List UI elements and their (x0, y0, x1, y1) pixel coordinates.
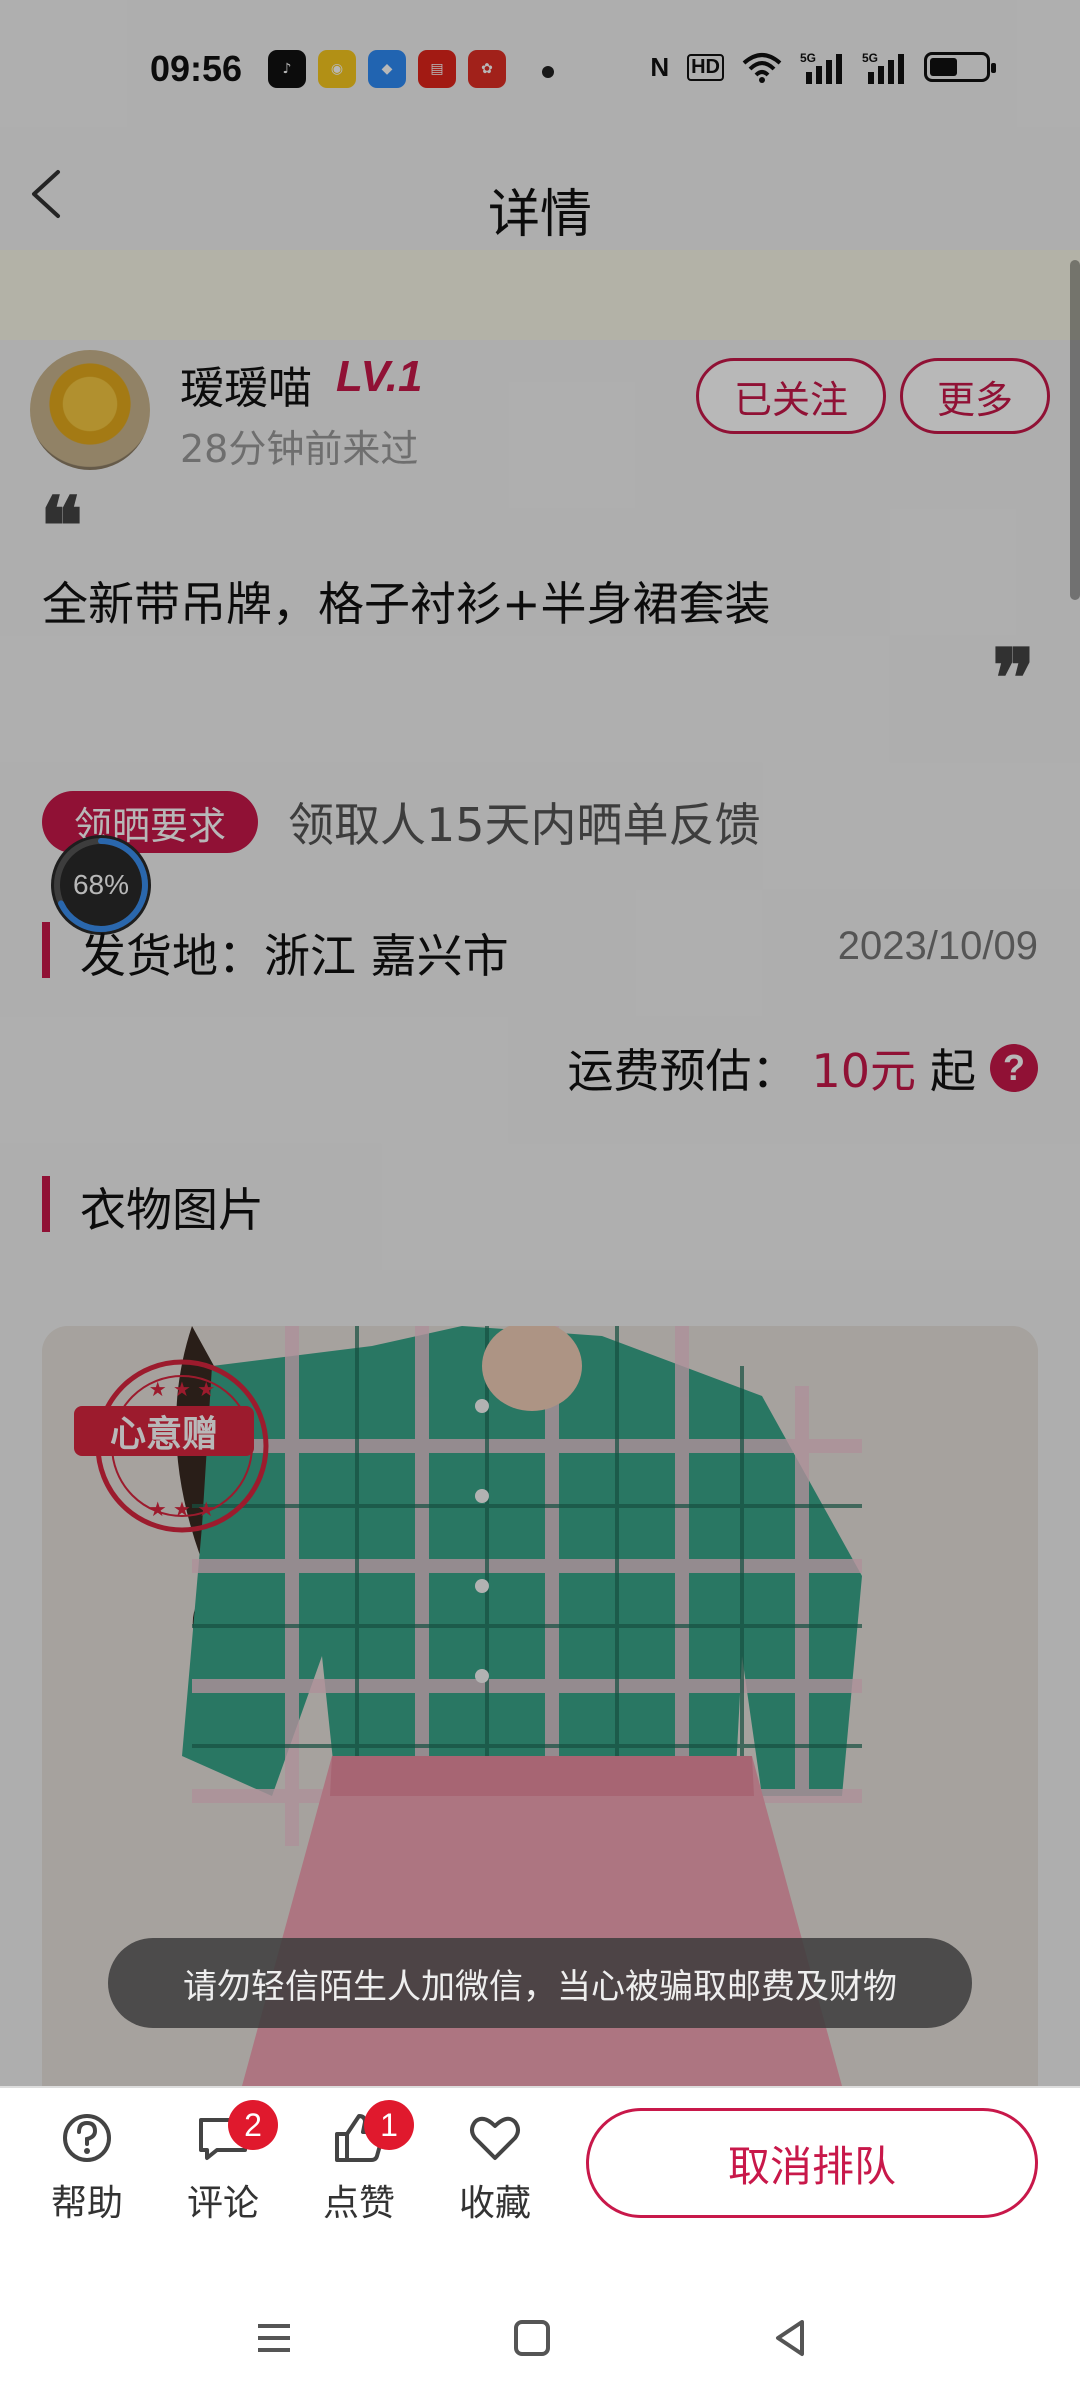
nfc-icon: N (650, 51, 670, 82)
svg-text:5G: 5G (800, 51, 816, 65)
system-icons: N HD 5G 5G (650, 50, 996, 84)
like-label: 点赞 (322, 2183, 395, 2224)
open-quote-icon: ❝ (40, 484, 84, 572)
svg-text:★ ★ ★: ★ ★ ★ (149, 1497, 216, 1521)
bottom-action-bar: 帮助 评论 2 点赞 1 收藏 取消排队 (0, 2086, 1080, 2266)
5g-signal-icon: 5G (800, 51, 842, 84)
shipping-origin: 发货地：浙江 嘉兴市 (80, 929, 509, 983)
username[interactable]: 瑷瑷喵 (180, 352, 312, 416)
status-bar: 09:56 ♪ ◉ ◆ ▤ ✿ N HD 5G 5G (0, 0, 1080, 140)
more-notifications-dot (542, 66, 554, 78)
fee-label: 运费预估： (567, 1044, 798, 1098)
douyin-icon: ♪ (268, 50, 306, 88)
help-button[interactable]: 帮助 (32, 2108, 142, 2226)
requirement-text: 领取人15天内晒单反馈 (288, 798, 761, 852)
fee-help-icon[interactable]: ? (990, 1044, 1038, 1092)
scrollbar[interactable] (1070, 260, 1080, 600)
follow-button[interactable]: 已关注 (696, 358, 886, 434)
user-info: 瑷瑷喵 LV.1 28分钟前来过 已关注 更多 (0, 350, 1080, 480)
shipping-fee-row: 运费预估： 10元 起 ? (567, 1036, 1038, 1100)
favorite-button[interactable]: 收藏 (440, 2108, 550, 2226)
warning-toast: 请勿轻信陌生人加微信，当心被骗取邮费及财物 (108, 1938, 972, 2028)
comment-label: 评论 (186, 2183, 259, 2224)
close-quote-icon: ❞ (992, 636, 1036, 724)
section-marker (42, 1176, 50, 1232)
shipping-row: 发货地：浙江 嘉兴市 2023/10/09 (42, 918, 1042, 983)
svg-text:★ ★ ★: ★ ★ ★ (149, 1377, 216, 1401)
notification-icons: ♪ ◉ ◆ ▤ ✿ (268, 50, 506, 88)
last-seen-text: 28分钟前来过 (180, 427, 419, 471)
wifi-icon (742, 53, 782, 83)
post-date: 2023/10/09 (837, 924, 1038, 968)
more-button[interactable]: 更多 (900, 358, 1050, 434)
section-marker (42, 922, 50, 978)
status-time: 09:56 (150, 48, 243, 89)
heart-icon (470, 2116, 520, 2160)
blue-app-icon: ◆ (368, 50, 406, 88)
system-nav-bar (0, 2266, 1080, 2400)
battery-icon (924, 52, 996, 82)
like-count-badge: 1 (364, 2100, 414, 2150)
user-level: LV.1 (336, 352, 423, 401)
banner-strip (0, 250, 1080, 340)
toutiao-icon: ▤ (418, 50, 456, 88)
page-title: 详情 (487, 185, 592, 245)
section-title: 衣物图片 (80, 1183, 264, 1237)
comment-button[interactable]: 评论 2 (168, 2100, 278, 2226)
pinduoduo-icon: ✿ (468, 50, 506, 88)
seal-label: 心意赠 (74, 1406, 254, 1456)
back-icon[interactable] (760, 2308, 820, 2368)
like-button[interactable]: 点赞 1 (304, 2100, 414, 2226)
favorite-label: 收藏 (458, 2183, 531, 2224)
comment-count-badge: 2 (228, 2100, 278, 2150)
help-icon (63, 2114, 111, 2162)
home-icon[interactable] (502, 2308, 562, 2368)
menu-icon[interactable] (244, 2308, 304, 2368)
nav-bar: 详情 (0, 140, 1080, 250)
cancel-queue-button[interactable]: 取消排队 (586, 2108, 1038, 2218)
fee-value: 10元 (811, 1044, 916, 1098)
help-label: 帮助 (50, 2183, 123, 2224)
avatar[interactable] (30, 350, 150, 470)
fee-suffix: 起 (930, 1044, 976, 1098)
weibo-icon: ◉ (318, 50, 356, 88)
hd-icon: HD (687, 53, 724, 81)
5g-signal-icon: 5G (862, 51, 904, 84)
post-description: 全新带吊牌，格子衬衫+半身裙套装 (42, 577, 771, 631)
svg-text:5G: 5G (862, 51, 878, 65)
